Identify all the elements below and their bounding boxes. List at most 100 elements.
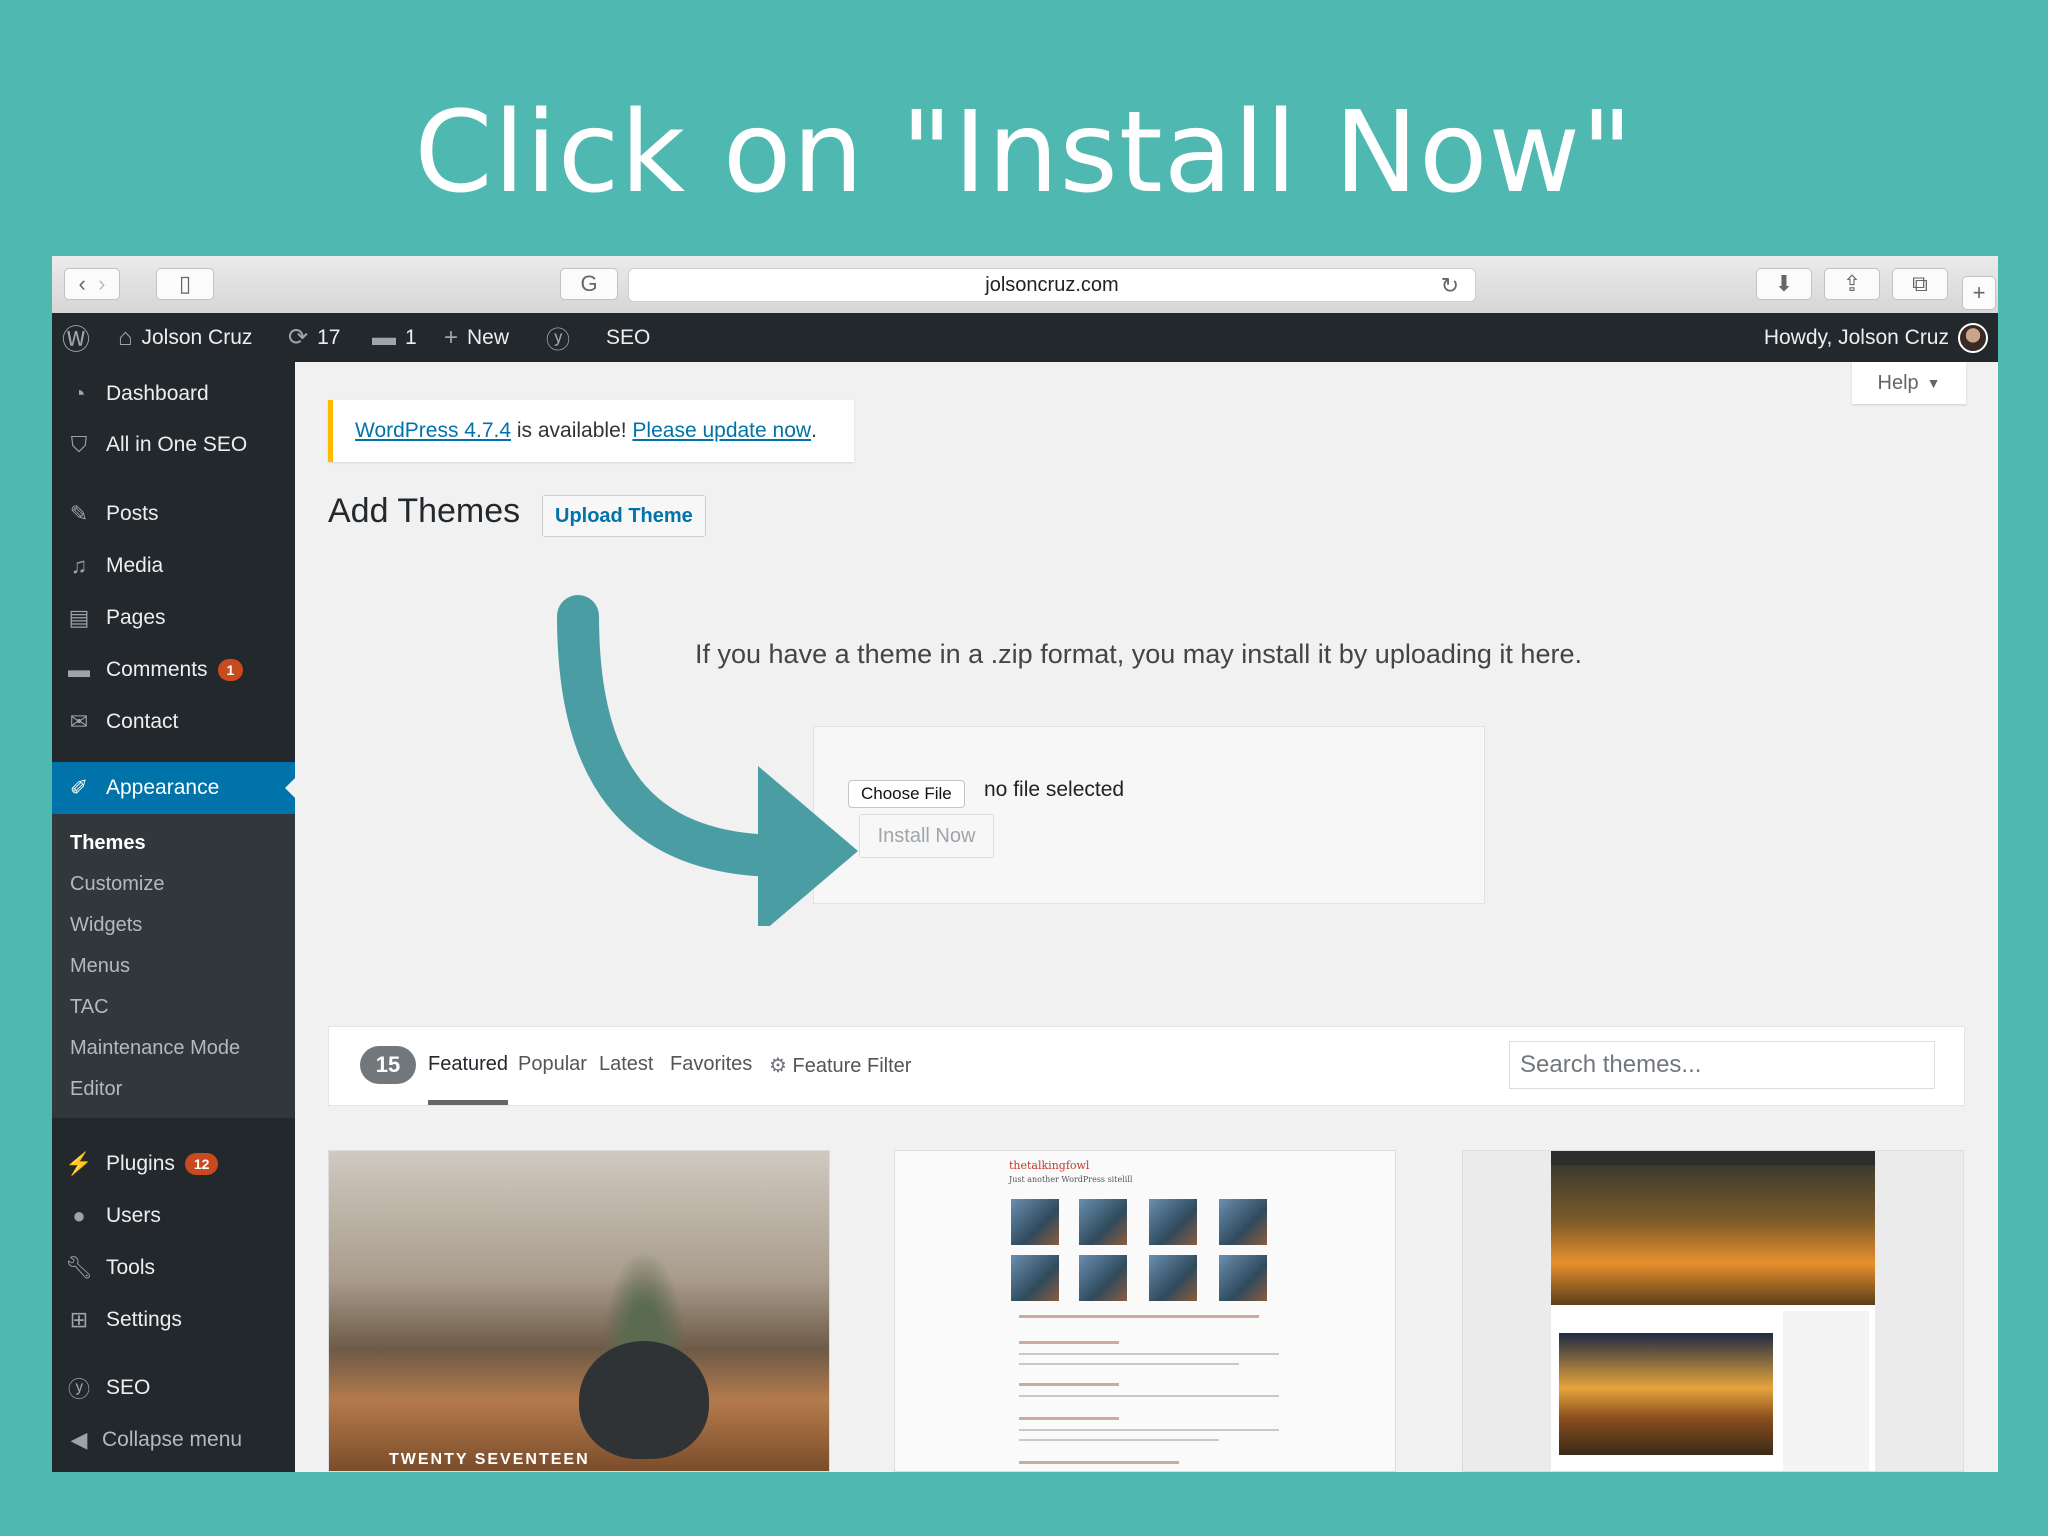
- howdy-text: Howdy, Jolson Cruz: [1763, 325, 1949, 349]
- theme-card-twenty-seventeen[interactable]: TWENTY SEVENTEEN: [328, 1150, 830, 1472]
- help-label: Help: [1877, 371, 1919, 394]
- admin-bar: Ⓦ ⌂ Jolson Cruz ⟳ 17 ▬ 1 + New ⓨ SEO How…: [52, 313, 1998, 362]
- sidebar-item-contact[interactable]: ✉ Contact: [52, 700, 295, 744]
- sidebar-item-appearance[interactable]: ✐ Appearance: [52, 762, 295, 814]
- submenu-themes[interactable]: Themes: [70, 832, 146, 855]
- help-tab-button[interactable]: Help ▼: [1852, 362, 1966, 404]
- back-forward-buttons[interactable]: ‹ ›: [64, 268, 120, 300]
- seo-label: SEO: [606, 325, 651, 349]
- yoast-link[interactable]: ⓨ: [546, 313, 570, 362]
- sidebar-item-dashboard[interactable]: ◔ Dashboard: [52, 372, 295, 416]
- comments-link[interactable]: ▬ 1: [372, 313, 417, 362]
- plugins-label: Plugins: [106, 1152, 175, 1175]
- tabs-button[interactable]: ⧉: [1892, 268, 1948, 300]
- share-icon: ⇪: [1842, 271, 1862, 296]
- update-now-link[interactable]: Please update now: [632, 419, 811, 443]
- sidebar-item-settings[interactable]: ⊞ Settings: [52, 1298, 295, 1342]
- submenu-tac[interactable]: TAC: [70, 996, 109, 1019]
- sidebar-item-seo[interactable]: ⓨ SEO: [52, 1366, 295, 1410]
- theme-preview-line: [1019, 1439, 1219, 1441]
- reload-icon[interactable]: ↻: [1441, 273, 1459, 299]
- updates-link[interactable]: ⟳ 17: [288, 313, 340, 362]
- sidebar-item-tools[interactable]: 🔧︎ Tools: [52, 1246, 295, 1290]
- sidebar-item-users[interactable]: ● Users: [52, 1194, 295, 1238]
- user-icon: ●: [72, 1203, 86, 1228]
- notice-text: is available!: [511, 419, 633, 442]
- tab-latest[interactable]: Latest: [599, 1053, 653, 1076]
- sidebar-item-comments[interactable]: ▬ Comments 1: [52, 648, 295, 692]
- forward-icon[interactable]: ›: [98, 271, 105, 297]
- seo-link[interactable]: SEO: [606, 313, 650, 362]
- tab-popular[interactable]: Popular: [518, 1053, 587, 1076]
- submenu-editor[interactable]: Editor: [70, 1078, 122, 1101]
- feature-filter-button[interactable]: ⚙ Feature Filter: [769, 1053, 911, 1078]
- new-content-link[interactable]: + New: [444, 313, 509, 362]
- theme-name-overlay: TWENTY SEVENTEEN: [389, 1451, 590, 1468]
- theme-preview-topbar: [1551, 1151, 1875, 1165]
- comment-icon: ▬: [68, 657, 90, 682]
- theme-preview-line: [1019, 1429, 1279, 1431]
- sidebar-item-plugins[interactable]: ⚡ Plugins 12: [52, 1142, 295, 1186]
- theme-screenshot-pot: [579, 1341, 709, 1459]
- sidebar-item-label: Users: [106, 1204, 161, 1227]
- theme-preview-page: [1551, 1151, 1875, 1471]
- upload-theme-button[interactable]: Upload Theme: [542, 495, 706, 537]
- shield-icon: ⛉: [70, 432, 88, 457]
- theme-card-thetalkingfowl[interactable]: thetalkingfowl Just another WordPress si…: [894, 1150, 1396, 1472]
- url-text: jolsoncruz.com: [985, 273, 1119, 296]
- submenu-customize[interactable]: Customize: [70, 873, 164, 896]
- sidebar-item-label: Comments 1: [106, 658, 244, 682]
- theme-preview-sidebar: [1783, 1311, 1869, 1471]
- dashboard-icon: ◔: [72, 381, 86, 406]
- mail-icon: ✉: [69, 709, 89, 734]
- download-icon: ⬇: [1774, 271, 1794, 296]
- submenu-maintenance-mode[interactable]: Maintenance Mode: [70, 1037, 240, 1060]
- new-tab-button[interactable]: +: [1962, 276, 1996, 310]
- downloads-button[interactable]: ⬇: [1756, 268, 1812, 300]
- sidebar-toggle-button[interactable]: ▯: [156, 268, 214, 300]
- plus-icon: +: [1972, 280, 1986, 305]
- notice-end: .: [811, 419, 817, 442]
- wordpress-logo-button[interactable]: Ⓦ: [62, 313, 90, 362]
- yoast-icon: ⓨ: [546, 327, 570, 354]
- theme-preview-hero: [1551, 1165, 1875, 1305]
- choose-file-button[interactable]: Choose File: [848, 780, 965, 808]
- sidebar-item-all-in-one-seo[interactable]: ⛉ All in One SEO: [52, 423, 295, 467]
- address-bar[interactable]: jolsoncruz.com ↻: [628, 268, 1476, 302]
- collapse-menu-button[interactable]: ◀ Collapse menu: [52, 1418, 295, 1462]
- sidebar-item-media[interactable]: ♫ Media: [52, 544, 295, 588]
- new-label: New: [467, 325, 510, 349]
- comments-count: 1: [405, 325, 417, 349]
- tab-featured[interactable]: Featured: [428, 1053, 509, 1105]
- pages-icon: ▤: [68, 605, 90, 630]
- back-icon[interactable]: ‹: [79, 271, 86, 297]
- account-menu[interactable]: Howdy, Jolson Cruz: [1764, 313, 1988, 362]
- tab-favorites[interactable]: Favorites: [670, 1053, 752, 1076]
- theme-preview-title: thetalkingfowl: [1009, 1159, 1090, 1172]
- extension-button[interactable]: G: [560, 268, 618, 300]
- theme-preview-line: [1019, 1395, 1279, 1397]
- updates-count: 17: [317, 325, 341, 349]
- sidebar-item-pages[interactable]: ▤ Pages: [52, 596, 295, 640]
- submenu-menus[interactable]: Menus: [70, 955, 130, 978]
- sidebar-item-label: Dashboard: [106, 382, 209, 405]
- sidebar-item-posts[interactable]: ✎ Posts: [52, 492, 295, 536]
- gear-icon: ⚙: [769, 1055, 787, 1077]
- page-title: Add Themes: [328, 492, 521, 530]
- search-themes-input[interactable]: Search themes...: [1509, 1041, 1935, 1089]
- sidebar-item-label: Collapse menu: [102, 1428, 243, 1451]
- theme-preview-line: [1019, 1461, 1179, 1464]
- theme-preview-subtitle: Just another WordPress sitelill: [1009, 1175, 1133, 1184]
- collapse-icon: ◀: [70, 1427, 88, 1452]
- settings-icon: ⊞: [69, 1307, 89, 1332]
- submenu-widgets[interactable]: Widgets: [70, 914, 142, 937]
- wordpress-version-link[interactable]: WordPress 4.7.4: [355, 419, 511, 443]
- browser-window: ‹ › ▯ G jolsoncruz.com ↻ ⬇ ⇪ ⧉ + Ⓦ ⌂ Jol…: [52, 256, 1998, 1472]
- theme-card-hueman[interactable]: [1462, 1150, 1964, 1472]
- appearance-submenu: Themes Customize Widgets Menus TAC Maint…: [52, 814, 295, 1118]
- install-now-button[interactable]: Install Now: [859, 814, 994, 858]
- share-button[interactable]: ⇪: [1824, 268, 1880, 300]
- theme-count-badge: 15: [360, 1046, 416, 1084]
- arrow-annotation-icon: [557, 595, 858, 926]
- site-name-link[interactable]: ⌂ Jolson Cruz: [118, 313, 252, 362]
